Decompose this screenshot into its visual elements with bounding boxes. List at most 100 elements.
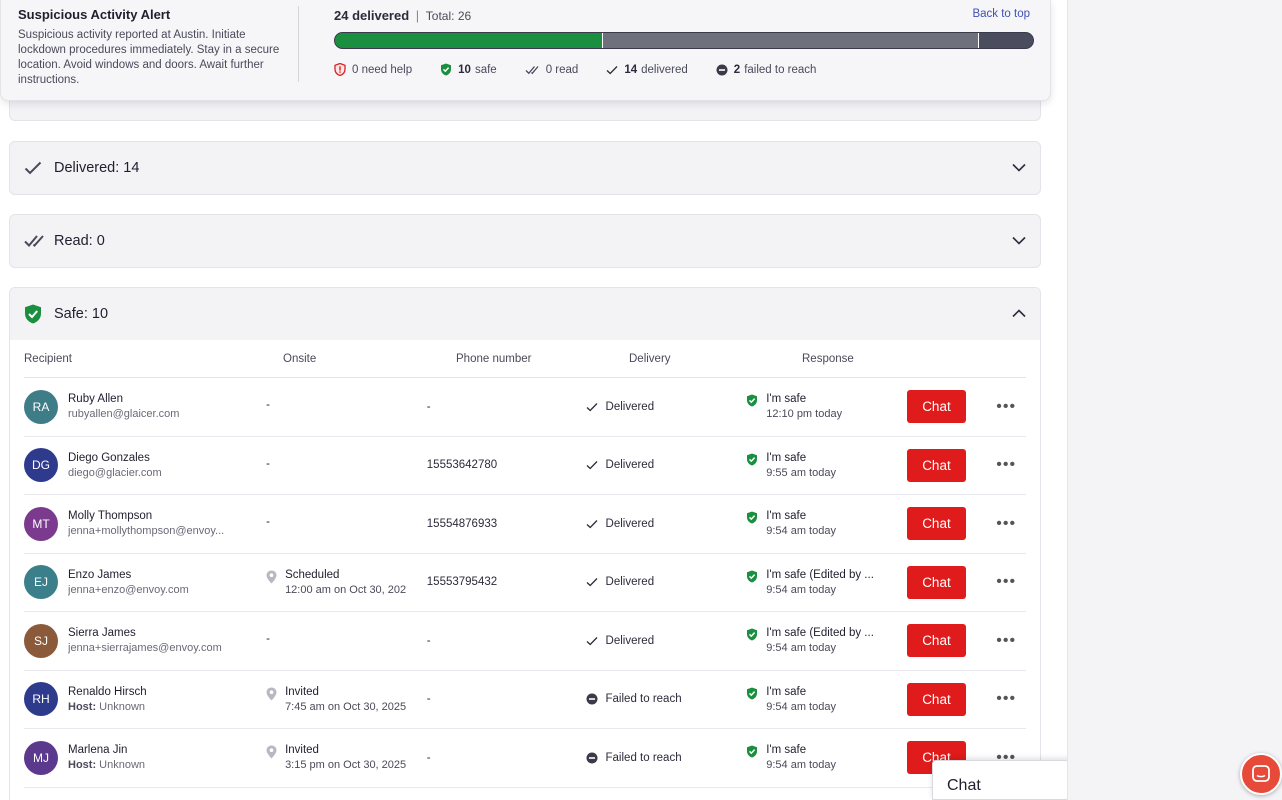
check-icon <box>24 161 46 175</box>
response-text: I'm safe <box>766 393 807 406</box>
avatar-initials: RH <box>32 692 50 707</box>
more-options-icon[interactable]: ••• <box>986 690 1026 708</box>
chevron-down-icon[interactable] <box>1012 160 1026 176</box>
back-to-top-link[interactable]: Back to top <box>972 8 1030 20</box>
avatar-initials: MT <box>32 516 50 531</box>
section-read[interactable]: Read: 0 <box>9 214 1041 268</box>
response-cell: I'm safe 12:10 pm today <box>746 393 907 420</box>
chat-button[interactable]: Chat <box>906 390 966 424</box>
delivery-cell: Delivered <box>586 518 747 530</box>
shield-check-icon <box>746 687 758 703</box>
response-text: I'm safe (Edited by ... <box>766 627 874 640</box>
avatar: MJ <box>24 740 58 775</box>
shield-check-icon <box>746 745 758 761</box>
onsite-cell: - <box>266 516 427 531</box>
phone-number: - <box>426 751 431 764</box>
delivery-status: Failed to reach <box>605 751 682 764</box>
recipient-info: Sierra James jenna+sierrajames@envoy.com <box>68 627 248 654</box>
more-options-icon[interactable]: ••• <box>986 515 1026 533</box>
alert-title: Suspicious Activity Alert <box>18 7 171 22</box>
avatar: DG <box>24 448 58 483</box>
section-read-header[interactable]: Read: 0 <box>10 215 1040 267</box>
legend-failed-label: failed to reach <box>744 63 817 76</box>
legend-read-count: 0 <box>545 63 553 76</box>
table-row: MT Molly Thompson jenna+mollythompson@en… <box>24 495 1026 554</box>
delivery-cell: Failed to reach <box>586 693 747 705</box>
more-options-icon[interactable]: ••• <box>986 573 1026 591</box>
avatar: EJ <box>24 565 58 600</box>
legend-delivered: 14 delivered <box>606 63 688 76</box>
minus-circle-icon <box>716 64 728 75</box>
chat-button[interactable]: Chat <box>906 448 966 482</box>
delivery-status: Failed to reach <box>605 693 682 706</box>
table-row: RH Renaldo Hirsch Host: Unknown Invited … <box>24 671 1026 729</box>
double-check-icon <box>24 234 46 248</box>
chevron-up-icon[interactable] <box>1012 306 1026 322</box>
avatar-initials: SJ <box>33 633 48 648</box>
recipient-subtext: Host: Unknown <box>68 701 248 713</box>
chat-widget-label: Chat <box>947 777 981 794</box>
response-text: I'm safe <box>766 451 807 464</box>
minus-circle-icon <box>586 752 598 764</box>
response-time: 9:55 am today <box>766 466 836 479</box>
summary-line: 24 delivered | Total: 26 <box>334 8 1034 23</box>
header-recipient: Recipient <box>24 352 72 365</box>
onsite-cell: Invited 3:15 pm on Oct 30, 2025 <box>266 744 427 771</box>
response-text: I'm safe <box>766 685 807 698</box>
section-delivered-header[interactable]: Delivered: 14 <box>10 142 1040 194</box>
phone-number: 15553795432 <box>426 576 498 589</box>
section-safe: Safe: 10 Recipient Onsite Phone number D… <box>9 287 1041 800</box>
recipient-subtext: Host: Unknown <box>68 759 248 771</box>
more-options-icon[interactable]: ••• <box>986 398 1026 416</box>
minus-circle-icon <box>586 693 598 705</box>
chat-widget[interactable]: Chat <box>932 760 1067 800</box>
response-info: I'm safe 9:54 am today <box>766 510 884 537</box>
delivery-status: Delivered <box>605 634 655 647</box>
onsite-cell: - <box>266 633 427 648</box>
delivery-cell: Delivered <box>586 401 747 413</box>
chat-button[interactable]: Chat <box>906 565 966 599</box>
onsite-time: 7:45 am on Oct 30, 2025 <box>285 700 407 713</box>
delivered-count: 24 delivered <box>334 8 410 23</box>
avatar-initials: DG <box>32 458 50 473</box>
recipient-info: Marlena Jin Host: Unknown <box>68 744 248 771</box>
avatar: MT <box>24 506 58 541</box>
response-time: 9:54 am today <box>766 525 836 538</box>
recipient-sub-value: jenna+mollythompson@envoy... <box>68 525 225 538</box>
avatar-initials: RA <box>32 399 50 414</box>
section-safe-header[interactable]: Safe: 10 <box>10 288 1040 340</box>
recipient-subtext: jenna+mollythompson@envoy... <box>68 525 248 537</box>
recipient-name: Marlena Jin <box>68 744 128 757</box>
section-delivered[interactable]: Delivered: 14 <box>9 141 1041 195</box>
onsite-status: - <box>266 516 270 529</box>
section-delivered-label: Delivered: 14 <box>54 160 140 176</box>
more-options-icon[interactable]: ••• <box>986 456 1026 474</box>
recipient-subtext: jenna+enzo@envoy.com <box>68 584 248 596</box>
chevron-down-icon[interactable] <box>1012 233 1026 249</box>
recipient-name: Renaldo Hirsch <box>68 685 147 698</box>
onsite-info: Invited 3:15 pm on Oct 30, 2025 <box>285 744 413 771</box>
check-icon <box>586 577 598 587</box>
progress-safe-segment <box>335 33 604 48</box>
avatar: RA <box>24 389 58 424</box>
more-options-icon[interactable]: ••• <box>986 632 1026 650</box>
recipient-cell: MJ Marlena Jin Host: Unknown <box>24 740 266 775</box>
avatar: SJ <box>24 623 58 658</box>
recipient-sub-value: diego@glacier.com <box>68 466 162 479</box>
table-row: DG Diego Gonzales diego@glacier.com - 15… <box>24 437 1026 495</box>
header-delivery: Delivery <box>629 352 671 365</box>
chat-button[interactable]: Chat <box>906 682 966 716</box>
chat-bubble-icon <box>1252 765 1270 782</box>
onsite-cell: - <box>266 458 427 473</box>
chat-button[interactable]: Chat <box>906 507 966 541</box>
onsite-info: - <box>266 399 270 414</box>
chat-launcher-button[interactable] <box>1240 753 1282 795</box>
onsite-info: Scheduled 12:00 am on Oct 30, 202 <box>285 569 413 596</box>
onsite-time: 3:15 pm on Oct 30, 2025 <box>285 759 407 772</box>
recipient-info: Ruby Allen rubyallen@glaicer.com <box>68 393 248 420</box>
check-icon <box>586 460 598 470</box>
onsite-status: - <box>266 457 270 470</box>
recipient-subtext: diego@glacier.com <box>68 467 248 479</box>
chat-button[interactable]: Chat <box>906 624 966 658</box>
response-time: 9:54 am today <box>766 700 836 713</box>
